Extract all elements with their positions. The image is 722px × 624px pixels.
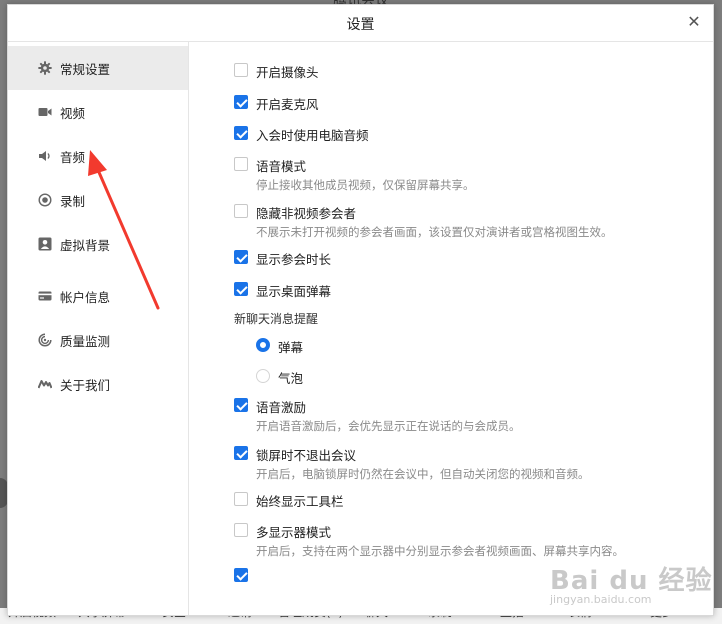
dialog-header: 设置 ✕ bbox=[8, 5, 713, 42]
option-label: 锁屏时不退出会议 bbox=[256, 448, 357, 463]
option-description: 开启语音激励后，会优先显示正在说话的与会成员。 bbox=[256, 419, 521, 433]
sidebar-item-general[interactable]: 常规设置 bbox=[8, 46, 188, 90]
sidebar-item-label: 关于我们 bbox=[60, 377, 111, 393]
option-checkbox[interactable] bbox=[234, 204, 248, 218]
radio-button[interactable] bbox=[256, 338, 270, 352]
option-checkbox[interactable] bbox=[234, 63, 248, 77]
dialog-title: 设置 bbox=[346, 17, 375, 33]
option-label: 隐藏非视频参会者 bbox=[256, 206, 357, 221]
speaker-icon bbox=[38, 149, 52, 163]
settings-sidebar: 常规设置 视频 音频 录制 虚拟背景 帐户信息 质量监测 关于我们 bbox=[8, 42, 189, 615]
sidebar-item-label: 帐户信息 bbox=[60, 289, 111, 305]
sidebar-item-label: 音频 bbox=[60, 149, 86, 165]
gauge-icon bbox=[38, 333, 52, 347]
sidebar-item-quality[interactable]: 质量监测 bbox=[8, 318, 188, 362]
option-checkbox[interactable] bbox=[234, 492, 248, 506]
sidebar-item-record[interactable]: 录制 bbox=[8, 178, 188, 222]
close-icon[interactable]: ✕ bbox=[683, 11, 705, 33]
option-checkbox[interactable] bbox=[234, 446, 248, 460]
option-label: 入会时使用电脑音频 bbox=[256, 128, 369, 143]
radio-button[interactable] bbox=[256, 369, 270, 383]
sidebar-item-label: 虚拟背景 bbox=[60, 237, 111, 253]
option-checkbox[interactable] bbox=[234, 282, 248, 296]
option-label: 语音模式 bbox=[256, 159, 307, 174]
about-icon bbox=[38, 377, 52, 391]
sidebar-item-virtual-background[interactable]: 虚拟背景 bbox=[8, 222, 188, 266]
option-checkbox[interactable] bbox=[234, 95, 248, 109]
radio-label: 气泡 bbox=[278, 371, 304, 386]
option-checkbox[interactable] bbox=[234, 523, 248, 537]
option-checkbox[interactable] bbox=[234, 568, 248, 582]
option-label: 语音激励 bbox=[256, 400, 307, 415]
sidebar-item-video[interactable]: 视频 bbox=[8, 90, 188, 134]
option-label: 开启麦克风 bbox=[256, 97, 319, 112]
watermark-main: Bai du 经验 bbox=[550, 566, 713, 596]
sidebar-item-label: 录制 bbox=[60, 193, 86, 209]
sidebar-item-account[interactable]: 帐户信息 bbox=[8, 274, 188, 318]
settings-dialog: 设置 ✕ 常规设置 视频 音频 录制 虚拟背景 帐户信息 质量监测 关于我们 开… bbox=[7, 4, 714, 616]
gear-icon bbox=[38, 61, 52, 75]
option-label: 始终显示工具栏 bbox=[256, 494, 344, 509]
sidebar-item-label: 常规设置 bbox=[60, 61, 111, 77]
option-label: 开启摄像头 bbox=[256, 65, 319, 80]
option-label: 显示参会时长 bbox=[256, 252, 332, 267]
card-icon bbox=[38, 289, 52, 303]
option-checkbox[interactable] bbox=[234, 157, 248, 171]
baidu-watermark: Bai du 经验 jingyan.baidu.com bbox=[550, 560, 713, 606]
portrait-icon bbox=[38, 237, 52, 251]
option-label: 显示桌面弹幕 bbox=[256, 284, 332, 299]
option-description: 开启后，支持在两个显示器中分别显示参会者视频画面、屏幕共享内容。 bbox=[256, 544, 624, 558]
sidebar-item-label: 质量监测 bbox=[60, 333, 111, 349]
radio-label: 弹幕 bbox=[278, 340, 304, 355]
new-chat-reminder-title: 新聊天消息提醒 bbox=[234, 312, 319, 326]
sidebar-item-about[interactable]: 关于我们 bbox=[8, 362, 188, 406]
camera-icon bbox=[38, 105, 52, 119]
record-icon bbox=[38, 193, 52, 207]
option-checkbox[interactable] bbox=[234, 398, 248, 412]
option-checkbox[interactable] bbox=[234, 250, 248, 264]
option-label: 多显示器模式 bbox=[256, 525, 332, 540]
option-description: 开启后，电脑锁屏时仍然在会议中，但自动关闭您的视频和音频。 bbox=[256, 467, 590, 481]
sidebar-item-label: 视频 bbox=[60, 105, 86, 121]
option-description: 停止接收其他成员视频，仅保留屏幕共享。 bbox=[256, 178, 475, 192]
general-settings-panel: 开启摄像头 开启麦克风 入会时使用电脑音频 语音模式 停止接收其他成员视频，仅保… bbox=[189, 42, 713, 615]
option-checkbox[interactable] bbox=[234, 126, 248, 140]
sidebar-item-audio[interactable]: 音频 bbox=[8, 134, 188, 178]
option-description: 不展示未打开视频的参会者画面，该设置仅对演讲者或宫格视图生效。 bbox=[256, 225, 613, 239]
